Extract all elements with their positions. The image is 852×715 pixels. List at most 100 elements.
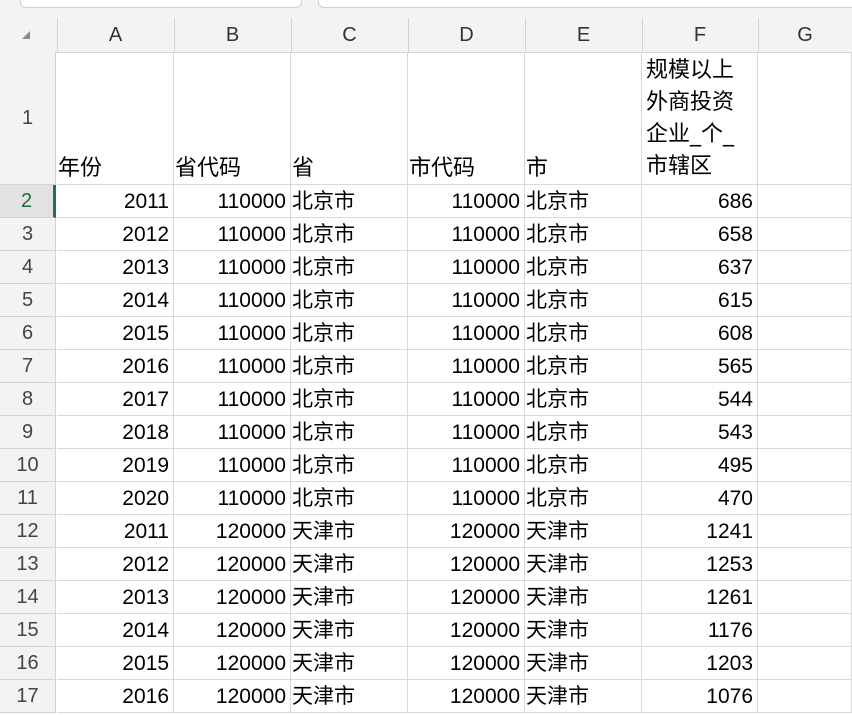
cell-e8[interactable]: 北京市	[525, 383, 642, 416]
cell-b5[interactable]: 110000	[174, 284, 291, 317]
row-header-1[interactable]: 1	[0, 52, 56, 185]
cell-d3[interactable]: 110000	[408, 218, 525, 251]
cell-f9[interactable]: 543	[642, 416, 758, 449]
row-header-15[interactable]: 15	[0, 614, 56, 647]
cell-b14[interactable]: 120000	[174, 581, 291, 614]
cell-f4[interactable]: 637	[642, 251, 758, 284]
cell-e9[interactable]: 北京市	[525, 416, 642, 449]
cell-e13[interactable]: 天津市	[525, 548, 642, 581]
cell-d12[interactable]: 120000	[408, 515, 525, 548]
cell-g13[interactable]	[758, 548, 852, 581]
cell-c6[interactable]: 北京市	[291, 317, 408, 350]
select-all-button[interactable]	[0, 18, 58, 52]
cell-b16[interactable]: 120000	[174, 647, 291, 680]
cell-e2[interactable]: 北京市	[525, 185, 642, 218]
cell-e17[interactable]: 天津市	[525, 680, 642, 713]
row-header-3[interactable]: 3	[0, 218, 56, 251]
cell-a12[interactable]: 2011	[57, 515, 174, 548]
cell-a3[interactable]: 2012	[57, 218, 174, 251]
cell-e14[interactable]: 天津市	[525, 581, 642, 614]
cell-d16[interactable]: 120000	[408, 647, 525, 680]
cell-b6[interactable]: 110000	[174, 317, 291, 350]
column-header-c[interactable]: C	[291, 18, 409, 52]
cell-c2[interactable]: 北京市	[291, 185, 408, 218]
row-header-4[interactable]: 4	[0, 251, 56, 284]
header-cell-g[interactable]	[758, 52, 852, 185]
cell-a13[interactable]: 2012	[57, 548, 174, 581]
cell-f6[interactable]: 608	[642, 317, 758, 350]
cell-d14[interactable]: 120000	[408, 581, 525, 614]
cell-g8[interactable]	[758, 383, 852, 416]
column-header-e[interactable]: E	[525, 18, 643, 52]
cell-f3[interactable]: 658	[642, 218, 758, 251]
header-cell-a[interactable]: 年份	[57, 52, 174, 185]
cell-a17[interactable]: 2016	[57, 680, 174, 713]
cell-f13[interactable]: 1253	[642, 548, 758, 581]
header-cell-c[interactable]: 省	[291, 52, 408, 185]
row-header-17[interactable]: 17	[0, 680, 56, 713]
cell-e5[interactable]: 北京市	[525, 284, 642, 317]
column-header-b[interactable]: B	[174, 18, 292, 52]
cell-d6[interactable]: 110000	[408, 317, 525, 350]
cell-d5[interactable]: 110000	[408, 284, 525, 317]
header-cell-b[interactable]: 省代码	[174, 52, 291, 185]
cell-g17[interactable]	[758, 680, 852, 713]
cell-d7[interactable]: 110000	[408, 350, 525, 383]
column-header-a[interactable]: A	[57, 18, 175, 52]
cell-d4[interactable]: 110000	[408, 251, 525, 284]
cell-e15[interactable]: 天津市	[525, 614, 642, 647]
row-header-2[interactable]: 2	[0, 185, 56, 218]
cell-f10[interactable]: 495	[642, 449, 758, 482]
cell-g2[interactable]	[758, 185, 852, 218]
row-header-13[interactable]: 13	[0, 548, 56, 581]
column-header-f[interactable]: F	[642, 18, 759, 52]
cell-a8[interactable]: 2017	[57, 383, 174, 416]
column-header-g[interactable]: G	[758, 18, 852, 52]
cell-a5[interactable]: 2014	[57, 284, 174, 317]
cell-d10[interactable]: 110000	[408, 449, 525, 482]
cell-a11[interactable]: 2020	[57, 482, 174, 515]
cell-f2[interactable]: 686	[642, 185, 758, 218]
cell-c15[interactable]: 天津市	[291, 614, 408, 647]
cell-c12[interactable]: 天津市	[291, 515, 408, 548]
row-header-14[interactable]: 14	[0, 581, 56, 614]
cell-c5[interactable]: 北京市	[291, 284, 408, 317]
row-header-5[interactable]: 5	[0, 284, 56, 317]
cell-c14[interactable]: 天津市	[291, 581, 408, 614]
cell-e3[interactable]: 北京市	[525, 218, 642, 251]
name-box[interactable]	[20, 0, 302, 8]
cell-b9[interactable]: 110000	[174, 416, 291, 449]
cell-c7[interactable]: 北京市	[291, 350, 408, 383]
cell-e10[interactable]: 北京市	[525, 449, 642, 482]
cell-a16[interactable]: 2015	[57, 647, 174, 680]
cell-d13[interactable]: 120000	[408, 548, 525, 581]
cell-a2[interactable]: 2011	[57, 185, 174, 218]
header-cell-d[interactable]: 市代码	[408, 52, 525, 185]
cell-g12[interactable]	[758, 515, 852, 548]
cell-d15[interactable]: 120000	[408, 614, 525, 647]
cell-a4[interactable]: 2013	[57, 251, 174, 284]
cell-b11[interactable]: 110000	[174, 482, 291, 515]
cell-c4[interactable]: 北京市	[291, 251, 408, 284]
cell-f17[interactable]: 1076	[642, 680, 758, 713]
cell-a15[interactable]: 2014	[57, 614, 174, 647]
cell-d8[interactable]: 110000	[408, 383, 525, 416]
row-header-11[interactable]: 11	[0, 482, 56, 515]
cell-f15[interactable]: 1176	[642, 614, 758, 647]
cell-b3[interactable]: 110000	[174, 218, 291, 251]
cell-c13[interactable]: 天津市	[291, 548, 408, 581]
cell-c8[interactable]: 北京市	[291, 383, 408, 416]
row-header-16[interactable]: 16	[0, 647, 56, 680]
cell-d17[interactable]: 120000	[408, 680, 525, 713]
cell-d11[interactable]: 110000	[408, 482, 525, 515]
formula-bar[interactable]	[318, 0, 852, 8]
cell-g6[interactable]	[758, 317, 852, 350]
cell-f14[interactable]: 1261	[642, 581, 758, 614]
cell-c3[interactable]: 北京市	[291, 218, 408, 251]
cell-g9[interactable]	[758, 416, 852, 449]
cell-d2[interactable]: 110000	[408, 185, 525, 218]
row-header-8[interactable]: 8	[0, 383, 56, 416]
cell-e4[interactable]: 北京市	[525, 251, 642, 284]
cell-b4[interactable]: 110000	[174, 251, 291, 284]
cell-g15[interactable]	[758, 614, 852, 647]
